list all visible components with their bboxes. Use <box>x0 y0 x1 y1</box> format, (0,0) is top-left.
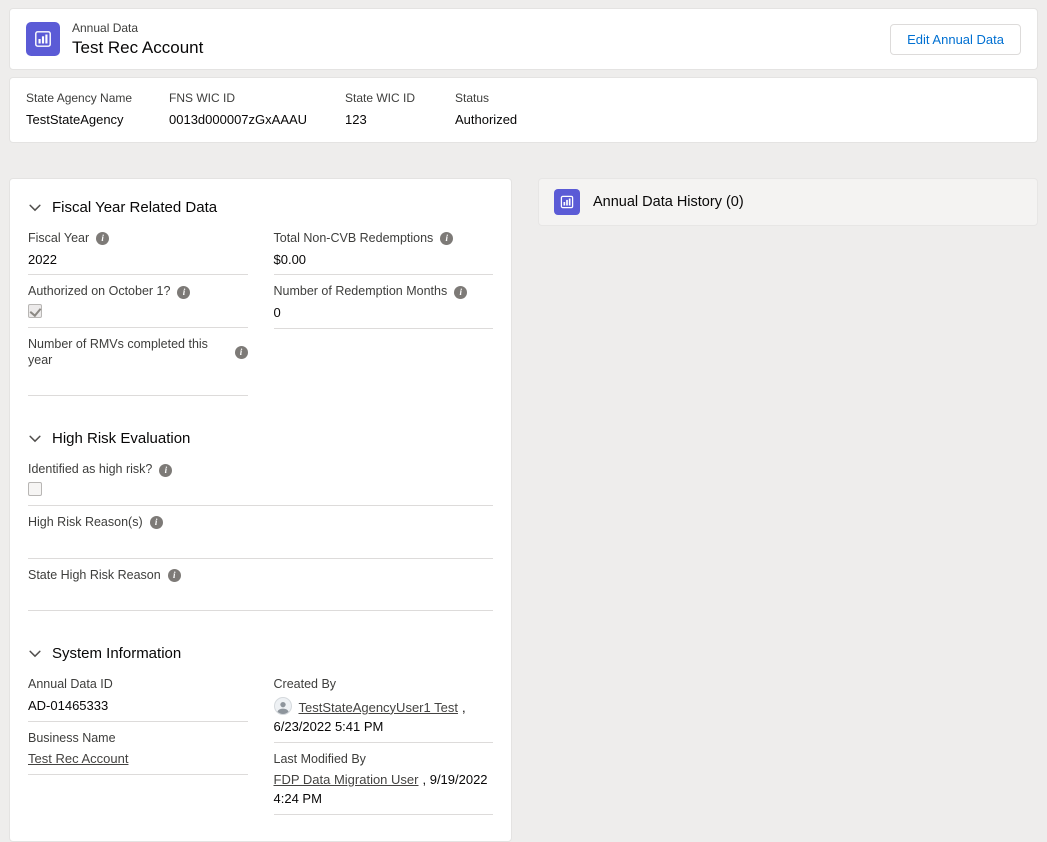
page-title: Test Rec Account <box>72 38 203 58</box>
field-label: Business Name <box>28 731 116 747</box>
user-avatar-icon <box>274 697 292 715</box>
status-value: Authorized <box>455 112 517 127</box>
highlight-state-wic-id: State WIC ID 123 <box>345 91 455 127</box>
field-value: AD-01465333 <box>28 697 248 716</box>
field-label: Fiscal Year <box>28 231 89 247</box>
field-label: FNS WIC ID <box>169 91 345 105</box>
info-icon[interactable] <box>177 286 190 299</box>
field-authorized-on-october-1: Authorized on October 1? <box>28 281 248 328</box>
section-title: System Information <box>52 645 181 662</box>
field-value: 0 <box>274 304 494 323</box>
field-number-of-rmvs: Number of RMVs completed this year <box>28 334 248 396</box>
high-risk-checkbox <box>28 482 42 496</box>
annual-data-history-icon <box>554 189 580 215</box>
field-identified-as-high-risk: Identified as high risk? <box>28 459 493 506</box>
field-label: State WIC ID <box>345 91 455 105</box>
section-title: High Risk Evaluation <box>52 430 190 447</box>
section-title: Fiscal Year Related Data <box>52 199 217 216</box>
highlight-status: Status Authorized <box>455 91 517 127</box>
field-label: Number of RMVs completed this year <box>28 337 228 368</box>
record-detail-panel: Fiscal Year Related Data Fiscal Year 202… <box>9 178 512 842</box>
annual-data-icon <box>26 22 60 56</box>
record-header: Annual Data Test Rec Account Edit Annual… <box>9 8 1038 70</box>
info-icon[interactable] <box>440 232 453 245</box>
edit-annual-data-button[interactable]: Edit Annual Data <box>890 24 1021 55</box>
field-label: Created By <box>274 677 337 693</box>
field-value: FDP Data Migration User, 9/19/2022 4:24 … <box>274 771 494 809</box>
field-label: Total Non-CVB Redemptions <box>274 231 434 247</box>
info-icon[interactable] <box>235 346 248 359</box>
field-value: 2022 <box>28 251 248 270</box>
field-label: Identified as high risk? <box>28 462 152 478</box>
page: { "colors": { "brand": "#5b5bd6", "link_… <box>0 8 1047 759</box>
last-modified-by-user-link[interactable]: FDP Data Migration User <box>274 772 419 787</box>
info-icon[interactable] <box>168 569 181 582</box>
section-header-high-risk[interactable]: High Risk Evaluation <box>26 424 495 459</box>
field-value: $0.00 <box>274 251 494 270</box>
info-icon[interactable] <box>96 232 109 245</box>
field-label: Last Modified By <box>274 752 366 768</box>
section-header-fiscal-year[interactable]: Fiscal Year Related Data <box>26 193 495 228</box>
field-last-modified-by: Last Modified By FDP Data Migration User… <box>274 749 494 815</box>
field-high-risk-reasons: High Risk Reason(s) <box>28 512 493 559</box>
field-value: 0013d000007zGxAAAU <box>169 112 345 127</box>
info-icon[interactable] <box>159 464 172 477</box>
field-value: Test Rec Account <box>28 750 248 769</box>
field-value: TestStateAgency <box>26 112 169 127</box>
related-list-annual-data-history[interactable]: Annual Data History (0) <box>538 178 1038 226</box>
highlight-state-agency-name: State Agency Name TestStateAgency <box>26 91 169 127</box>
highlights-panel: State Agency Name TestStateAgency FNS WI… <box>9 77 1038 143</box>
business-name-link[interactable]: Test Rec Account <box>28 751 128 766</box>
field-value <box>28 587 493 605</box>
field-number-of-redemption-months: Number of Redemption Months 0 <box>274 281 494 328</box>
record-header-title-group: Annual Data Test Rec Account <box>26 21 203 58</box>
section-fiscal-year-related-data: Fiscal Year Related Data Fiscal Year 202… <box>26 193 495 402</box>
record-header-text: Annual Data Test Rec Account <box>72 21 203 58</box>
field-state-high-risk-reason: State High Risk Reason <box>28 565 493 612</box>
entity-label: Annual Data <box>72 21 203 35</box>
field-created-by: Created By TestStateAgencyUser1 Test, 6/… <box>274 674 494 742</box>
chevron-down-icon <box>28 647 42 661</box>
field-value <box>28 535 493 553</box>
field-label: Status <box>455 91 517 105</box>
field-value: 123 <box>345 112 455 127</box>
related-list-title: Annual Data History (0) <box>593 194 744 210</box>
field-annual-data-id: Annual Data ID AD-01465333 <box>28 674 248 721</box>
field-label: Annual Data ID <box>28 677 113 693</box>
field-value: TestStateAgencyUser1 Test, 6/23/2022 5:4… <box>274 697 494 737</box>
field-business-name: Business Name Test Rec Account <box>28 728 248 775</box>
field-label: Number of Redemption Months <box>274 284 448 300</box>
field-fiscal-year: Fiscal Year 2022 <box>28 228 248 275</box>
info-icon[interactable] <box>150 516 163 529</box>
main-content: Fiscal Year Related Data Fiscal Year 202… <box>9 178 1038 842</box>
highlight-fns-wic-id: FNS WIC ID 0013d000007zGxAAAU <box>169 91 345 127</box>
chevron-down-icon <box>28 201 42 215</box>
chevron-down-icon <box>28 432 42 446</box>
section-header-system-information[interactable]: System Information <box>26 639 495 674</box>
section-high-risk-evaluation: High Risk Evaluation Identified as high … <box>26 424 495 617</box>
info-icon[interactable] <box>454 286 467 299</box>
authorized-on-october-checkbox <box>28 304 42 318</box>
field-label: High Risk Reason(s) <box>28 515 143 531</box>
section-system-information: System Information Annual Data ID AD-014… <box>26 639 495 821</box>
field-label: Authorized on October 1? <box>28 284 170 300</box>
field-label: State High Risk Reason <box>28 568 161 584</box>
created-by-user-link[interactable]: TestStateAgencyUser1 Test <box>299 700 458 715</box>
field-label: State Agency Name <box>26 91 169 105</box>
field-value <box>28 372 248 390</box>
field-total-non-cvb-redemptions: Total Non-CVB Redemptions $0.00 <box>274 228 494 275</box>
